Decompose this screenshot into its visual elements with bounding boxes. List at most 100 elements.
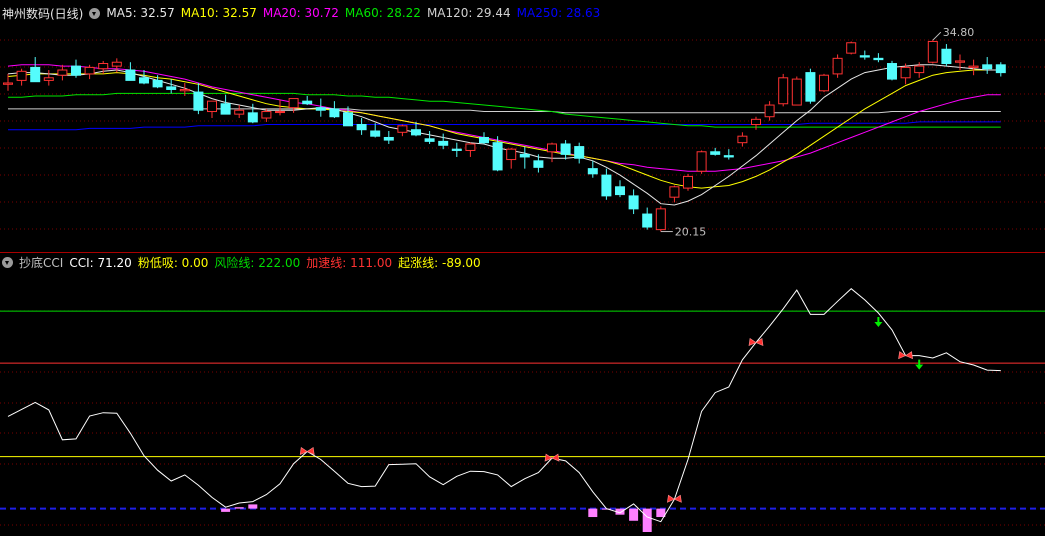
candle-body-down [574,146,585,159]
candle-body-up [900,66,911,79]
candle-body-down [615,186,625,196]
candle-body-up [669,186,680,198]
ma-line-ma120 [8,108,1001,114]
pink-low-buy-bar [221,508,231,512]
high-marker-line [932,31,942,41]
candle-body-up [696,151,707,172]
candle-body-up [737,135,748,144]
candle-body-up [955,60,965,63]
cci-line [7,288,1001,523]
candle-body-up [791,78,802,106]
candle-body-down [492,142,503,171]
candle-body-down [587,168,598,175]
candle-body-down [710,151,721,155]
candle-body-up [98,63,109,70]
candle-body-down [560,143,571,155]
pink-low-buy-bar [588,508,598,518]
high-price-label: 34.80 [943,26,975,39]
candle-body-down [152,79,163,88]
candle-body-up [506,148,517,161]
candle-body-up [57,69,68,76]
candle-body-up [261,111,272,119]
indicator-label-3: 加速线: 111.00 [306,255,393,270]
ma-label-0: MA5: 32.57 [106,6,175,20]
butterfly-signal-icon [544,453,560,462]
candle-body-up [288,98,299,109]
candle-body-up [16,70,27,81]
ma-line-ma250 [8,121,1001,131]
ma-line-ma60 [8,92,1001,128]
candle-body-down [982,64,993,70]
indicator-label-1: 粉低吸: 0.00 [137,255,209,270]
candle-body-up [655,208,666,231]
candle-body-down [995,64,1006,74]
stock-title: 神州数码(日线) [2,6,84,21]
candle-body-down [642,213,653,228]
candle-body-down [628,195,639,210]
candle-body-up [3,82,13,85]
candle-body-up [751,118,761,126]
candle-body-down [383,136,394,141]
indicator-label-2: 风险线: 222.00 [214,255,301,270]
candle-body-up [465,143,476,151]
candle-body-down [424,138,435,142]
candle-body-up [234,109,245,115]
indicator-legend: CCI: 71.20 粉低吸: 0.00 风险线: 222.00 加速线: 111.0… [69,254,486,271]
candle-body-up [927,40,938,63]
candle-body-down [873,57,884,61]
pink-low-buy-bar [629,508,639,521]
chevron-down-icon[interactable] [89,7,101,19]
candle-body-down [887,63,897,80]
down-arrow-signal-icon [874,317,883,328]
price-panel-header: 神州数码(日线) MA5: 32.57 MA10: 32.57 MA20: 30.7… [0,5,612,21]
candle-body-down [370,130,381,137]
candle-body-down [519,153,530,158]
chevron-down-icon[interactable] [2,256,13,268]
candle-body-down [941,48,952,65]
candle-body-up [968,65,979,68]
candle-body-down [411,129,421,136]
candle-body-down [356,124,367,131]
candle-body-up [832,57,843,75]
candle-body-down [343,112,353,127]
indicator-label-4: 起涨线: -89.00 [398,255,481,270]
ma-label-3: MA60: 28.22 [344,6,421,20]
ma-label-4: MA120: 29.44 [426,6,511,20]
candle-body-up [43,77,54,81]
candle-body-up [914,65,925,74]
candle-body-down [302,100,313,105]
candle-body-down [859,55,870,58]
candle-body-up [547,143,557,153]
candle-body-down [315,107,326,111]
candle-body-up [111,61,122,67]
candle-body-up [397,125,408,133]
candle-body-down [30,66,41,83]
candle-body-down [438,140,449,146]
candle-body-down [71,65,81,76]
pink-low-buy-bar [642,508,652,532]
candle-body-up [275,111,285,114]
candle-body-up [764,104,775,118]
candle-body-down [329,108,340,118]
candle-body-down [220,103,231,115]
down-arrow-signal-icon [915,359,924,370]
ma-line-ma10 [7,69,1001,189]
candle-body-up [846,42,857,54]
pink-low-buy-bar [234,507,244,509]
low-price-label: 20.15 [675,226,707,239]
candle-body-down [479,136,489,144]
indicator-title: 抄底CCI [19,255,64,270]
ma-legend: MA5: 32.57 MA10: 32.57 MA20: 30.72 MA60: 28… [106,6,606,20]
indicator-label-0: CCI: 71.20 [69,255,132,270]
candle-body-up [179,88,190,92]
candle-body-down [805,72,816,102]
candle-body-up [683,175,693,189]
candle-body-down [139,77,149,84]
candle-body-up [207,100,217,113]
pink-low-buy-bar [248,504,258,509]
candle-body-down [451,148,462,151]
ma-label-1: MA10: 32.57 [180,6,257,20]
ma-label-5: MA250: 28.63 [516,6,601,20]
candle-body-down [125,69,136,81]
candle-body-up [84,66,95,75]
